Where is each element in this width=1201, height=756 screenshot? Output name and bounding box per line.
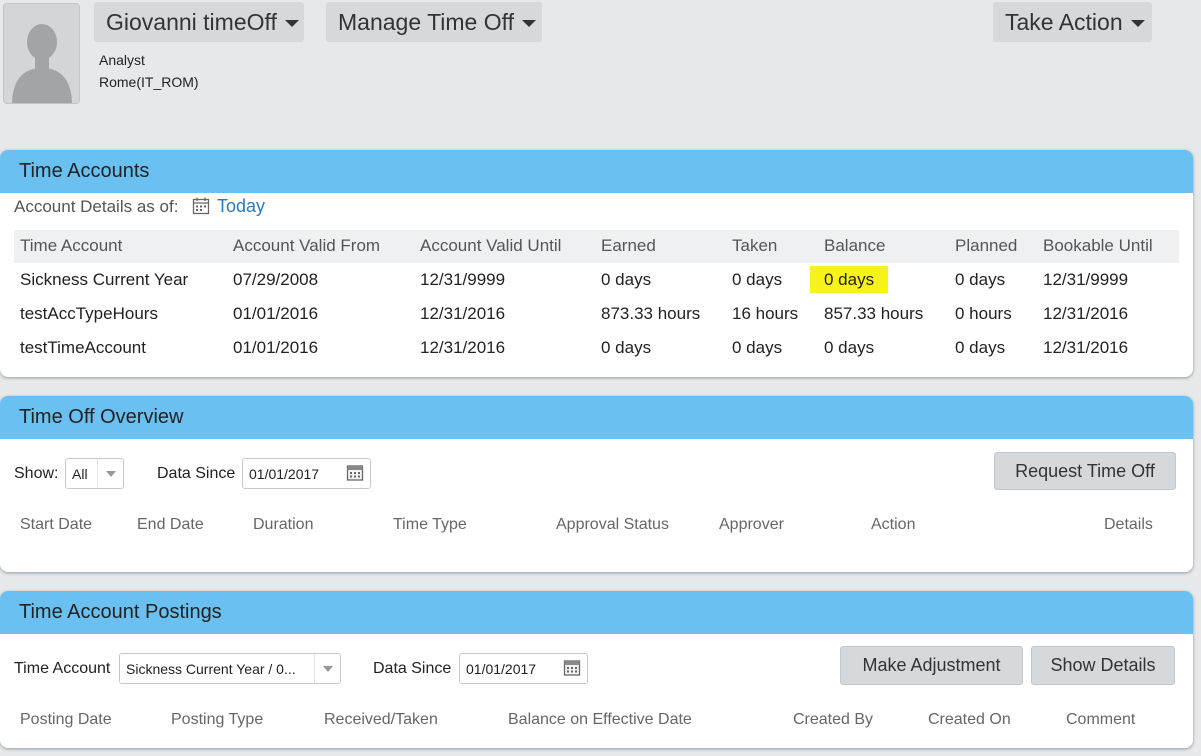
cell-valid-from: 01/01/2016 [233,304,319,323]
cell-planned: 0 hours [955,304,1012,323]
time-off-overview-panel: Time Off Overview Show: All Data Since 0… [0,396,1193,572]
chevron-down-icon [1130,20,1145,27]
column-header[interactable]: Earned [601,236,656,256]
data-since-label: Data Since [157,465,236,482]
job-title: Analyst [99,52,145,68]
column-header[interactable]: Account Valid Until [420,236,561,256]
show-filter-value: All [72,465,88,482]
take-action-label: Take Action [1005,8,1123,35]
time-account-postings-title: Time Account Postings [0,591,1193,634]
column-header[interactable]: Bookable Until [1043,236,1153,256]
column-header[interactable]: Created By [793,711,873,729]
column-header[interactable]: Received/Taken [324,711,438,729]
cell-account-name[interactable]: Sickness Current Year [20,270,188,290]
column-header[interactable]: Time Type [393,516,467,534]
cell-account-name[interactable]: testTimeAccount [20,338,146,358]
cell-bookable-until: 12/31/9999 [1043,270,1129,289]
request-time-off-button[interactable]: Request Time Off [994,452,1176,490]
cell-planned: 0 days [955,270,1006,289]
show-details-button[interactable]: Show Details [1031,646,1175,685]
cell-balance-highlighted: 0 days [810,266,889,293]
show-label: Show: [14,465,59,482]
employee-name-menu[interactable]: Giovanni timeOff [94,2,304,42]
time-accounts-title: Time Accounts [0,150,1193,193]
time-account-select[interactable]: Sickness Current Year / 0... [119,653,341,684]
chevron-down-icon [284,20,299,27]
column-header[interactable]: Planned [955,236,1017,256]
calendar-icon[interactable] [563,658,581,679]
column-header[interactable]: Taken [732,236,777,256]
postings-data-since-value: 01/01/2017 [466,660,537,677]
column-header[interactable]: Start Date [20,516,92,534]
column-header[interactable]: Balance [824,236,885,256]
column-header[interactable]: Details [1104,516,1153,534]
take-action-menu[interactable]: Take Action [993,2,1152,42]
today-date-link[interactable]: Today [217,196,265,217]
column-header[interactable]: Posting Type [171,711,263,729]
location: Rome(IT_ROM) [99,74,199,90]
chevron-down-icon [522,20,536,27]
cell-taken: 0 days [732,338,783,357]
time-account-label: Time Account [14,660,111,677]
cell-valid-until: 12/31/2016 [420,338,506,357]
cell-balance: 0 days [824,338,875,357]
data-since-label: Data Since [373,660,452,677]
cell-earned: 873.33 hours [601,304,701,323]
make-adjustment-button[interactable]: Make Adjustment [840,646,1023,685]
column-header[interactable]: Action [871,516,915,534]
calendar-icon[interactable] [346,463,364,484]
time-off-overview-title: Time Off Overview [0,396,1193,439]
cell-valid-from: 07/29/2008 [233,270,319,289]
cell-valid-until: 12/31/9999 [420,270,506,289]
column-header[interactable]: Approval Status [556,516,669,534]
cell-earned: 0 days [601,338,652,357]
time-account-postings-panel: Time Account Postings Time Account Sickn… [0,591,1193,748]
manage-time-off-menu[interactable]: Manage Time Off [326,2,542,42]
column-header[interactable]: Approver [719,516,784,534]
cell-taken: 16 hours [732,304,799,323]
cell-balance: 857.33 hours [824,304,924,323]
show-filter-select[interactable]: All [65,458,124,489]
chevron-down-icon [314,654,340,683]
account-details-label: Account Details as of: [14,197,179,216]
column-header[interactable]: Comment [1066,711,1135,729]
avatar [3,3,80,104]
cell-planned: 0 days [955,338,1006,357]
column-header[interactable]: Account Valid From [233,236,380,256]
manage-time-off-label: Manage Time Off [338,8,514,35]
chevron-down-icon [97,459,123,488]
column-header[interactable]: Duration [253,516,313,534]
cell-bookable-until: 12/31/2016 [1043,338,1129,357]
cell-taken: 0 days [732,270,783,289]
time-account-value: Sickness Current Year / 0... [126,660,296,677]
data-since-value: 01/01/2017 [249,465,320,482]
person-silhouette-icon [4,4,79,103]
cell-account-name[interactable]: testAccTypeHours [20,304,158,324]
employee-name-label: Giovanni timeOff [106,8,277,35]
cell-valid-from: 01/01/2016 [233,338,319,357]
cell-bookable-until: 12/31/2016 [1043,304,1129,323]
cell-earned: 0 days [601,270,652,289]
column-header[interactable]: Posting Date [20,711,112,729]
calendar-icon[interactable] [192,197,210,220]
column-header[interactable]: Created On [928,711,1011,729]
column-header[interactable]: Time Account [20,236,122,256]
time-accounts-panel: Time Accounts Account Details as of: Tod… [0,150,1193,377]
cell-valid-until: 12/31/2016 [420,304,506,323]
column-header[interactable]: End Date [137,516,204,534]
column-header[interactable]: Balance on Effective Date [508,711,692,729]
postings-data-since-input[interactable]: 01/01/2017 [459,653,588,684]
data-since-input[interactable]: 01/01/2017 [242,458,371,489]
